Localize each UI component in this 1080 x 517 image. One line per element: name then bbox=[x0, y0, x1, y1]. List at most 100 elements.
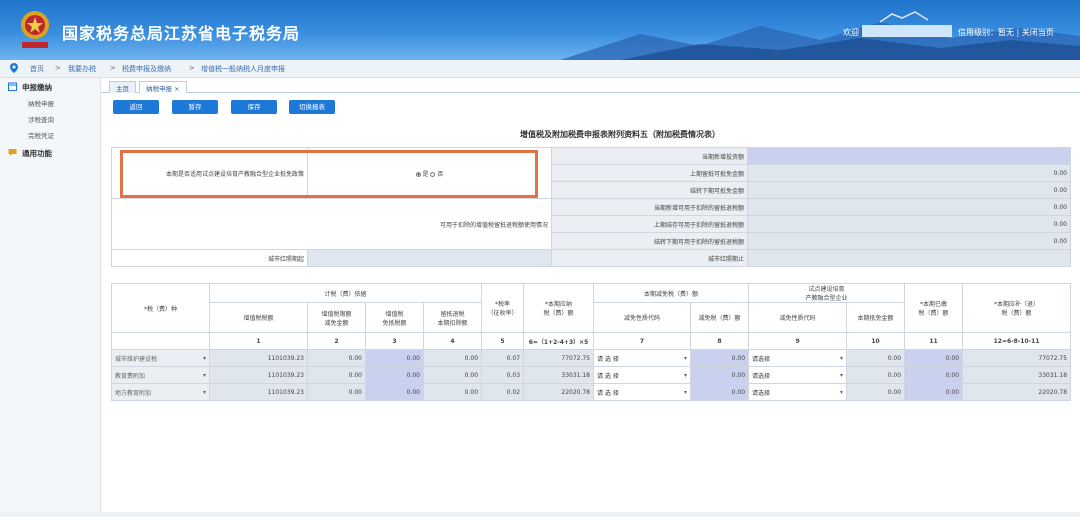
hdr-vat-free-l2: 免抵税额 bbox=[382, 319, 407, 327]
hdr-paid-l1: *本期已缴 bbox=[920, 301, 948, 308]
cell: 0.00 bbox=[422, 383, 483, 401]
hdr-payable-l2: 税（费）额 bbox=[543, 310, 574, 317]
tab-declare[interactable]: 纳税申报 × bbox=[139, 81, 187, 93]
cell-input[interactable]: 0.00 bbox=[690, 383, 750, 401]
hdr-payable: *本期应纳税（费）额 bbox=[523, 283, 595, 333]
hdr-pilot-amount: 本期抵免金额 bbox=[846, 302, 906, 333]
col-number: 5 bbox=[481, 332, 525, 350]
breadcrumb-declare[interactable]: 税费申报及缴纳 bbox=[122, 64, 171, 74]
table-row: 地方教育附加 ▾ 1101039.23 0.00 0.00 0.00 0.02 2… bbox=[111, 383, 1072, 401]
sidebar-item-query[interactable]: 涉税查询 bbox=[28, 114, 54, 124]
breadcrumb-arrow: > bbox=[55, 64, 61, 72]
switch-report-button[interactable]: 切换报表 bbox=[289, 100, 335, 114]
col-number-blank bbox=[111, 332, 210, 350]
cell: 33031.18 bbox=[962, 366, 1072, 384]
relief-code-value: 请 选 择 bbox=[597, 355, 619, 363]
tax-type-value: 地方教育附加 bbox=[115, 389, 152, 397]
dropdown-arrow-icon: ▾ bbox=[840, 388, 844, 396]
header-separator: | bbox=[1016, 28, 1020, 37]
tax-type-value: 城市维护建设税 bbox=[115, 355, 158, 363]
sidebar-group-common[interactable]: 通用功能 bbox=[22, 148, 52, 159]
cell-input[interactable]: 0.00 bbox=[365, 366, 424, 384]
save-button[interactable]: 保存 bbox=[231, 100, 277, 114]
col-number: 9 bbox=[748, 332, 848, 350]
sidebar: 申报缴纳 纳税申报 涉税查询 完税凭证 通用功能 bbox=[0, 78, 101, 517]
relief-code-select[interactable]: 请 选 择 ▾ bbox=[593, 366, 692, 384]
tax-type-select[interactable]: 地方教育附加 ▾ bbox=[111, 383, 210, 401]
cell: 1101039.23 bbox=[209, 349, 308, 367]
period-start-label: 城市红照期起 bbox=[111, 249, 308, 267]
pilot-code-select[interactable]: 请选择 ▾ bbox=[748, 349, 848, 367]
breadcrumb-home[interactable]: 首页 bbox=[30, 64, 44, 74]
row-value: 0.00 bbox=[747, 164, 1071, 182]
cell-input[interactable]: 0.00 bbox=[690, 349, 750, 367]
col-number: 10 bbox=[846, 332, 906, 350]
hdr-pilot-code: 减免性质代码 bbox=[748, 302, 848, 333]
breadcrumb-current: 增值税一般纳税人月度申报 bbox=[201, 65, 285, 73]
sidebar-item-certificate[interactable]: 完税凭证 bbox=[28, 130, 54, 140]
close-page-link[interactable]: 关闭当页 bbox=[1022, 28, 1054, 37]
hdr-vat-exempt-l2: 减免金额 bbox=[324, 319, 349, 327]
row-label: 当期新增投资额 bbox=[551, 147, 748, 165]
stage-button[interactable]: 暂存 bbox=[172, 100, 218, 114]
cell: 1101039.23 bbox=[209, 366, 308, 384]
cell-input[interactable]: 0.00 bbox=[904, 366, 964, 384]
back-button[interactable]: 返回 bbox=[113, 100, 159, 114]
row-label: 上期留抵可抵免金额 bbox=[551, 164, 748, 182]
col-number: 4 bbox=[422, 332, 483, 350]
cell: 0.00 bbox=[846, 349, 906, 367]
hdr-relief: 本期减免税（费）额 bbox=[593, 283, 750, 303]
col-number: 8 bbox=[690, 332, 750, 350]
cell: 0.00 bbox=[307, 383, 366, 401]
new-investment-input[interactable] bbox=[747, 147, 1071, 165]
hdr-rate: *税率 （征收率） bbox=[481, 283, 525, 333]
relief-code-select[interactable]: 请 选 择 ▾ bbox=[593, 349, 692, 367]
hdr-payable-l1: *本期应纳 bbox=[545, 301, 573, 308]
hdr-vat-exempt: 增值税限额 减免金额 bbox=[307, 302, 366, 333]
hdr-due-l1: *本期应补（退） bbox=[994, 301, 1040, 308]
hdr-paid-l2: 税（费）额 bbox=[918, 310, 949, 317]
cell: 77072.75 bbox=[523, 349, 595, 367]
cell: 0.02 bbox=[481, 383, 525, 401]
cell: 0.00 bbox=[307, 349, 366, 367]
sidebar-group-declare[interactable]: 申报缴纳 bbox=[22, 82, 52, 93]
calendar-icon bbox=[8, 82, 17, 91]
row-value: 0.00 bbox=[747, 198, 1071, 216]
relief-code-select[interactable]: 请 选 择 ▾ bbox=[593, 383, 692, 401]
dropdown-arrow-icon: ▾ bbox=[840, 354, 844, 362]
pilot-code-select[interactable]: 请选择 ▾ bbox=[748, 366, 848, 384]
cell-input[interactable]: 0.00 bbox=[365, 349, 424, 367]
row-label: 上期结存可用于扣除的留抵退税额 bbox=[551, 215, 748, 233]
dropdown-arrow-icon: ▾ bbox=[840, 371, 844, 379]
cell-input[interactable]: 0.00 bbox=[904, 349, 964, 367]
tab-home[interactable]: 主页 bbox=[109, 81, 136, 93]
cell-input[interactable]: 0.00 bbox=[904, 383, 964, 401]
breadcrumb: 首页 > 我要办税 > 税费申报及缴纳 > 增值税一般纳税人月度申报 bbox=[0, 60, 1080, 78]
row-value: 0.00 bbox=[747, 232, 1071, 250]
tax-type-value: 教育费附加 bbox=[115, 372, 146, 380]
cell: 22020.78 bbox=[962, 383, 1072, 401]
hdr-paid: *本期已缴税（费）额 bbox=[904, 283, 964, 333]
sidebar-item-declare[interactable]: 纳税申报 bbox=[28, 98, 54, 108]
hdr-vat-free: 增值税 免抵税额 bbox=[365, 302, 424, 333]
hdr-rate-l2: （征收率） bbox=[487, 310, 518, 317]
col-number: 6=（1+2-4+3）×5 bbox=[523, 332, 595, 350]
relief-code-value: 请 选 择 bbox=[597, 389, 619, 397]
tax-type-select[interactable]: 教育费附加 ▾ bbox=[111, 366, 210, 384]
hdr-retained-l1: 留抵退税 bbox=[440, 310, 465, 318]
hdr-vat-free-l1: 增值税 bbox=[385, 310, 404, 318]
dropdown-arrow-icon: ▾ bbox=[684, 371, 688, 379]
username-redacted bbox=[862, 25, 952, 37]
cell: 0.00 bbox=[307, 366, 366, 384]
cell-input[interactable]: 0.00 bbox=[365, 383, 424, 401]
cell: 77072.75 bbox=[962, 349, 1072, 367]
cell-input[interactable]: 0.00 bbox=[690, 366, 750, 384]
pilot-code-select[interactable]: 请选择 ▾ bbox=[748, 383, 848, 401]
breadcrumb-tax[interactable]: 我要办税 bbox=[68, 64, 96, 74]
tax-type-select[interactable]: 城市维护建设税 ▾ bbox=[111, 349, 210, 367]
dropdown-arrow-icon: ▾ bbox=[684, 354, 688, 362]
cell: 0.03 bbox=[481, 366, 525, 384]
hdr-retained-l2: 本期扣除额 bbox=[437, 319, 468, 327]
cell: 0.00 bbox=[846, 383, 906, 401]
pilot-code-value: 请选择 bbox=[752, 389, 771, 397]
